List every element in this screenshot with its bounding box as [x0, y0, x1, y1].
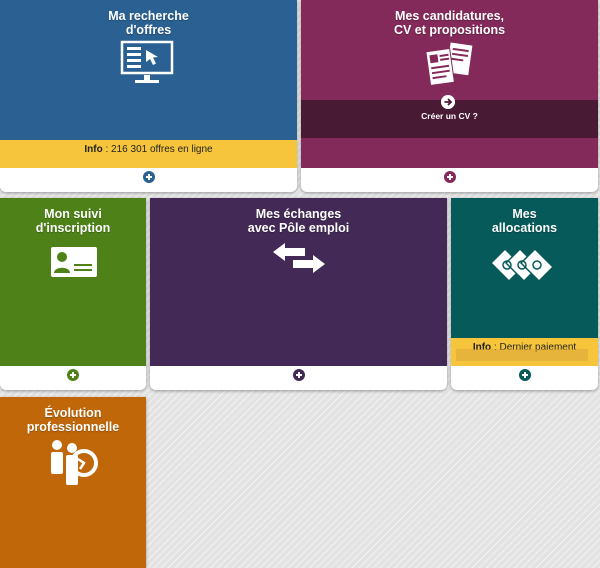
expand-plus-icon[interactable] [142, 171, 155, 183]
arrow-right-icon [441, 95, 455, 109]
tile-echanges[interactable]: Mes échanges avec Pôle emploi [150, 198, 447, 390]
tile-title: Mes allocations [491, 207, 558, 235]
money-notes-icon [489, 247, 555, 282]
computer-touch-icon [120, 40, 174, 83]
tile-title: Mes candidatures, CV et propositions [393, 9, 506, 37]
exchange-arrows-icon [273, 243, 325, 273]
tile-title: Mon suivi d'inscription [35, 207, 111, 235]
expand-plus-icon[interactable] [518, 369, 531, 381]
redacted-payment-amount [456, 349, 588, 361]
career-evolution-icon [51, 440, 98, 485]
tile-title: Évolution professionnelle [26, 406, 120, 434]
expand-plus-icon[interactable] [67, 369, 79, 381]
id-card-icon [51, 247, 97, 277]
create-cv-band[interactable]: Créer un CV ? [301, 95, 598, 138]
tile-title: Mes échanges avec Pôle emploi [247, 207, 350, 235]
tile-candidatures[interactable]: Mes candidatures, CV et propositions Cré… [301, 0, 598, 192]
offers-info-bar: Info : 216 301 offres en ligne [0, 140, 297, 168]
tile-title: Ma recherche d'offres [108, 9, 189, 37]
expand-plus-icon[interactable] [292, 369, 305, 381]
expand-plus-icon[interactable] [443, 171, 456, 183]
tile-allocations[interactable]: Mes allocations Info : Dernier paiement [451, 198, 598, 390]
tile-evolution[interactable]: Évolution professionnelle [0, 397, 146, 568]
tile-suivi-inscription[interactable]: Mon suivi d'inscription [0, 198, 146, 390]
tile-recherche-offres[interactable]: Ma recherche d'offres Info : 216 301 off… [0, 0, 297, 192]
create-cv-link[interactable]: Créer un CV ? [301, 111, 598, 121]
documents-icon [425, 42, 473, 87]
